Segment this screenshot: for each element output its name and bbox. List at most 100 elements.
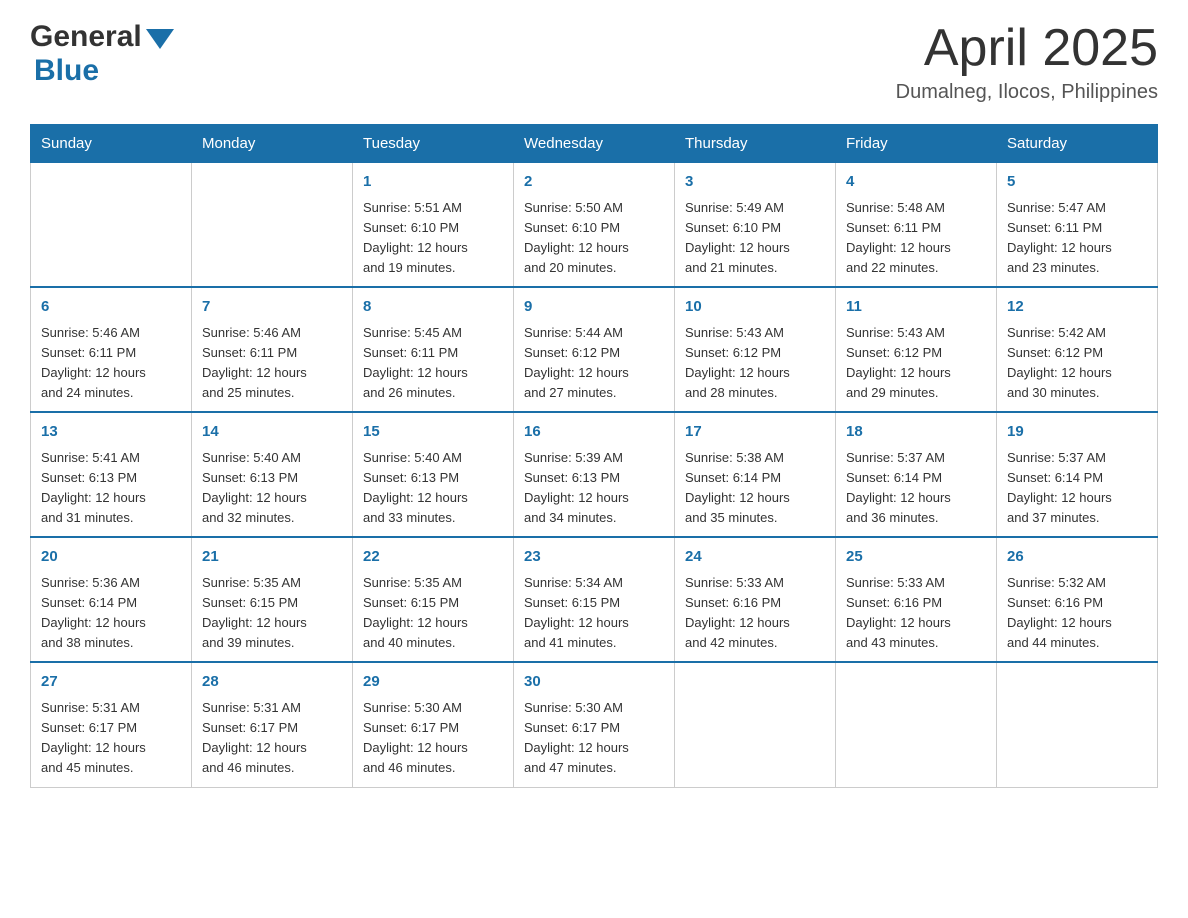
column-header-sunday: Sunday (31, 125, 192, 163)
day-info: Sunrise: 5:44 AMSunset: 6:12 PMDaylight:… (524, 323, 664, 404)
day-number: 1 (363, 171, 503, 194)
day-number: 12 (1007, 296, 1147, 319)
day-info: Sunrise: 5:39 AMSunset: 6:13 PMDaylight:… (524, 448, 664, 529)
calendar-cell (997, 662, 1158, 787)
logo-general: General (30, 20, 142, 54)
day-info: Sunrise: 5:35 AMSunset: 6:15 PMDaylight:… (363, 573, 503, 654)
day-number: 29 (363, 671, 503, 694)
day-info: Sunrise: 5:30 AMSunset: 6:17 PMDaylight:… (524, 698, 664, 779)
column-header-thursday: Thursday (675, 125, 836, 163)
day-info: Sunrise: 5:40 AMSunset: 6:13 PMDaylight:… (202, 448, 342, 529)
day-info: Sunrise: 5:46 AMSunset: 6:11 PMDaylight:… (41, 323, 181, 404)
day-number: 28 (202, 671, 342, 694)
calendar-cell: 29 Sunrise: 5:30 AMSunset: 6:17 PMDayligh… (353, 662, 514, 787)
day-info: Sunrise: 5:48 AMSunset: 6:11 PMDaylight:… (846, 198, 986, 279)
calendar-cell: 4 Sunrise: 5:48 AMSunset: 6:11 PMDaylight… (836, 163, 997, 288)
day-number: 11 (846, 296, 986, 319)
week-row-1: 1 Sunrise: 5:51 AMSunset: 6:10 PMDaylight… (31, 163, 1158, 288)
day-number: 25 (846, 546, 986, 569)
day-info: Sunrise: 5:46 AMSunset: 6:11 PMDaylight:… (202, 323, 342, 404)
calendar-cell: 22 Sunrise: 5:35 AMSunset: 6:15 PMDayligh… (353, 537, 514, 662)
calendar-cell (31, 163, 192, 288)
calendar-cell: 18 Sunrise: 5:37 AMSunset: 6:14 PMDayligh… (836, 412, 997, 537)
calendar-cell: 21 Sunrise: 5:35 AMSunset: 6:15 PMDayligh… (192, 537, 353, 662)
week-row-4: 20Sunrise: 5:36 AMSunset: 6:14 PMDayligh… (31, 537, 1158, 662)
day-info: Sunrise: 5:37 AMSunset: 6:14 PMDaylight:… (1007, 448, 1147, 529)
day-info: Sunrise: 5:43 AMSunset: 6:12 PMDaylight:… (846, 323, 986, 404)
column-header-friday: Friday (836, 125, 997, 163)
day-info: Sunrise: 5:41 AMSunset: 6:13 PMDaylight:… (41, 448, 181, 529)
day-number: 15 (363, 421, 503, 444)
calendar-cell (675, 662, 836, 787)
day-number: 24 (685, 546, 825, 569)
day-number: 10 (685, 296, 825, 319)
logo: General Blue (30, 20, 178, 88)
calendar-cell: 7 Sunrise: 5:46 AMSunset: 6:11 PMDaylight… (192, 287, 353, 412)
day-number: 9 (524, 296, 664, 319)
day-info: Sunrise: 5:35 AMSunset: 6:15 PMDaylight:… (202, 573, 342, 654)
calendar-cell: 5 Sunrise: 5:47 AMSunset: 6:11 PMDaylight… (997, 163, 1158, 288)
day-info: Sunrise: 5:38 AMSunset: 6:14 PMDaylight:… (685, 448, 825, 529)
calendar-cell: 23 Sunrise: 5:34 AMSunset: 6:15 PMDayligh… (514, 537, 675, 662)
calendar-cell: 20Sunrise: 5:36 AMSunset: 6:14 PMDayligh… (31, 537, 192, 662)
calendar-cell: 19 Sunrise: 5:37 AMSunset: 6:14 PMDayligh… (997, 412, 1158, 537)
calendar-cell (192, 163, 353, 288)
calendar-cell: 6 Sunrise: 5:46 AMSunset: 6:11 PMDaylight… (31, 287, 192, 412)
day-number: 5 (1007, 171, 1147, 194)
calendar-cell: 30 Sunrise: 5:30 AMSunset: 6:17 PMDayligh… (514, 662, 675, 787)
day-number: 23 (524, 546, 664, 569)
logo-triangle-icon (146, 29, 174, 49)
day-number: 17 (685, 421, 825, 444)
day-number: 3 (685, 171, 825, 194)
calendar-cell (836, 662, 997, 787)
calendar-cell: 1 Sunrise: 5:51 AMSunset: 6:10 PMDaylight… (353, 163, 514, 288)
calendar-cell: 12 Sunrise: 5:42 AMSunset: 6:12 PMDayligh… (997, 287, 1158, 412)
day-info: Sunrise: 5:33 AMSunset: 6:16 PMDaylight:… (846, 573, 986, 654)
day-number: 21 (202, 546, 342, 569)
day-info: Sunrise: 5:31 AMSunset: 6:17 PMDaylight:… (41, 698, 181, 779)
day-info: Sunrise: 5:30 AMSunset: 6:17 PMDaylight:… (363, 698, 503, 779)
day-info: Sunrise: 5:42 AMSunset: 6:12 PMDaylight:… (1007, 323, 1147, 404)
day-number: 22 (363, 546, 503, 569)
day-number: 16 (524, 421, 664, 444)
column-header-tuesday: Tuesday (353, 125, 514, 163)
day-info: Sunrise: 5:31 AMSunset: 6:17 PMDaylight:… (202, 698, 342, 779)
calendar-cell: 16 Sunrise: 5:39 AMSunset: 6:13 PMDayligh… (514, 412, 675, 537)
week-row-2: 6 Sunrise: 5:46 AMSunset: 6:11 PMDaylight… (31, 287, 1158, 412)
calendar-cell: 26Sunrise: 5:32 AMSunset: 6:16 PMDayligh… (997, 537, 1158, 662)
day-info: Sunrise: 5:36 AMSunset: 6:14 PMDaylight:… (41, 573, 181, 654)
title-block: April 2025 Dumalneg, Ilocos, Philippines (896, 20, 1158, 104)
day-number: 6 (41, 296, 181, 319)
calendar-cell: 15 Sunrise: 5:40 AMSunset: 6:13 PMDayligh… (353, 412, 514, 537)
day-info: Sunrise: 5:49 AMSunset: 6:10 PMDaylight:… (685, 198, 825, 279)
calendar-cell: 27Sunrise: 5:31 AMSunset: 6:17 PMDayligh… (31, 662, 192, 787)
day-info: Sunrise: 5:37 AMSunset: 6:14 PMDaylight:… (846, 448, 986, 529)
calendar-cell: 14Sunrise: 5:40 AMSunset: 6:13 PMDayligh… (192, 412, 353, 537)
calendar-cell: 8 Sunrise: 5:45 AMSunset: 6:11 PMDaylight… (353, 287, 514, 412)
day-number: 26 (1007, 546, 1147, 569)
day-number: 13 (41, 421, 181, 444)
calendar-cell: 17 Sunrise: 5:38 AMSunset: 6:14 PMDayligh… (675, 412, 836, 537)
day-info: Sunrise: 5:40 AMSunset: 6:13 PMDaylight:… (363, 448, 503, 529)
calendar-cell: 3 Sunrise: 5:49 AMSunset: 6:10 PMDaylight… (675, 163, 836, 288)
week-row-3: 13 Sunrise: 5:41 AMSunset: 6:13 PMDayligh… (31, 412, 1158, 537)
day-number: 2 (524, 171, 664, 194)
calendar-cell: 2Sunrise: 5:50 AMSunset: 6:10 PMDaylight… (514, 163, 675, 288)
column-header-wednesday: Wednesday (514, 125, 675, 163)
page-subtitle: Dumalneg, Ilocos, Philippines (896, 81, 1158, 104)
day-info: Sunrise: 5:45 AMSunset: 6:11 PMDaylight:… (363, 323, 503, 404)
calendar-cell: 25 Sunrise: 5:33 AMSunset: 6:16 PMDayligh… (836, 537, 997, 662)
calendar-cell: 24Sunrise: 5:33 AMSunset: 6:16 PMDayligh… (675, 537, 836, 662)
day-number: 18 (846, 421, 986, 444)
day-number: 19 (1007, 421, 1147, 444)
day-number: 8 (363, 296, 503, 319)
calendar-cell: 9 Sunrise: 5:44 AMSunset: 6:12 PMDaylight… (514, 287, 675, 412)
day-info: Sunrise: 5:47 AMSunset: 6:11 PMDaylight:… (1007, 198, 1147, 279)
page-title: April 2025 (896, 20, 1158, 77)
day-info: Sunrise: 5:51 AMSunset: 6:10 PMDaylight:… (363, 198, 503, 279)
day-number: 30 (524, 671, 664, 694)
day-info: Sunrise: 5:34 AMSunset: 6:15 PMDaylight:… (524, 573, 664, 654)
column-header-monday: Monday (192, 125, 353, 163)
day-number: 7 (202, 296, 342, 319)
day-number: 4 (846, 171, 986, 194)
